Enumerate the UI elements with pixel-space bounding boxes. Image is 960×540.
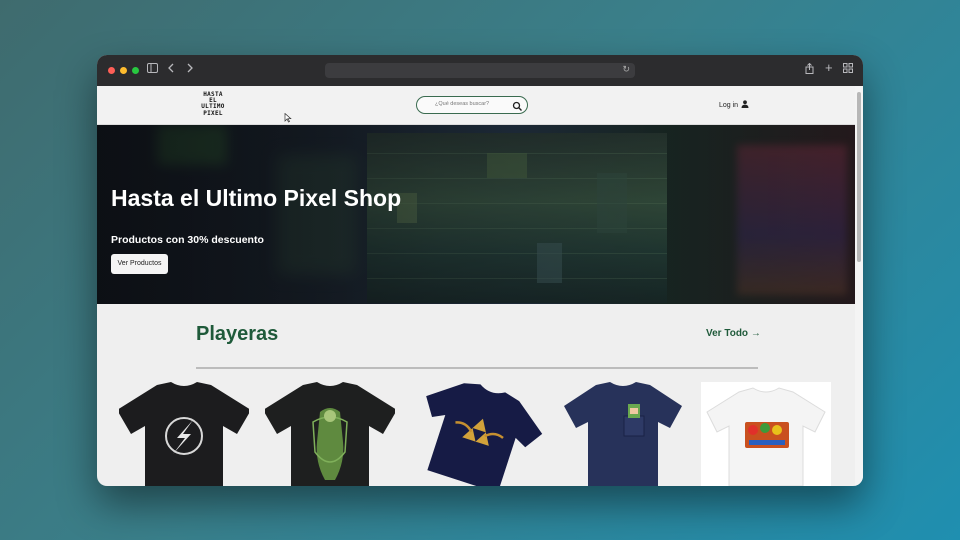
new-tab-icon[interactable]: + — [825, 61, 833, 75]
product-card-mario-kart-shirt[interactable] — [701, 382, 831, 486]
view-products-button[interactable]: Ver Productos — [111, 254, 168, 274]
login-label: Log in — [719, 101, 739, 109]
scrollbar-thumb[interactable] — [857, 92, 861, 262]
reload-icon[interactable]: ↻ — [622, 64, 630, 75]
search-placeholder: ¿Qué deseas buscar? — [435, 101, 490, 107]
minimize-window-button[interactable] — [120, 67, 127, 74]
link-pocket-shirt-image — [564, 382, 682, 486]
sidebar-icon[interactable] — [147, 63, 158, 77]
hero-title: Hasta el Ultimo Pixel Shop — [111, 185, 402, 211]
section-title: Playeras — [196, 323, 279, 345]
triforce-shirt-image — [426, 383, 543, 486]
close-window-button[interactable] — [108, 67, 115, 74]
maximize-window-button[interactable] — [132, 67, 139, 74]
mario-kart-shirt-image — [706, 387, 826, 486]
tab-overview-icon[interactable] — [843, 63, 853, 77]
mouse-cursor-icon — [284, 110, 292, 123]
browser-window: ↻ + HASTA EL ULTIMO PIXEL ¿Qué deseas bu… — [97, 55, 863, 486]
view-all-link[interactable]: Ver Todo → — [706, 328, 761, 339]
arrow-right-icon: → — [750, 328, 761, 339]
address-bar[interactable]: ↻ — [325, 63, 635, 78]
product-card-link-pocket-shirt[interactable] — [558, 382, 688, 486]
logo-line: PIXEL — [203, 109, 223, 117]
search-icon[interactable] — [512, 99, 523, 111]
zelda-link-shirt-image — [265, 382, 395, 486]
back-icon[interactable] — [167, 63, 175, 77]
product-card-zelda-link-shirt[interactable] — [265, 382, 395, 486]
product-card-triforce-shirt[interactable] — [413, 382, 543, 486]
site-navbar: HASTA EL ULTIMO PIXEL ¿Qué deseas buscar… — [97, 86, 855, 125]
login-link[interactable]: Log in — [719, 100, 749, 110]
hero-banner: Hasta el Ultimo Pixel Shop Productos con… — [97, 125, 855, 304]
search-input[interactable]: ¿Qué deseas buscar? — [416, 96, 528, 114]
browser-titlebar: ↻ + — [97, 55, 863, 86]
share-icon[interactable] — [805, 62, 814, 78]
user-icon — [741, 100, 749, 110]
window-controls — [108, 67, 139, 74]
forward-icon[interactable] — [186, 63, 194, 77]
section-divider — [196, 367, 758, 369]
flash-shirt-image — [119, 382, 249, 486]
product-card-flash-shirt[interactable] — [119, 382, 249, 486]
site-logo[interactable]: HASTA EL ULTIMO PIXEL — [196, 91, 230, 118]
hero-overlay — [97, 125, 855, 304]
view-all-label: Ver Todo — [706, 328, 749, 339]
hero-subtitle: Productos con 30% descuento — [111, 234, 264, 246]
